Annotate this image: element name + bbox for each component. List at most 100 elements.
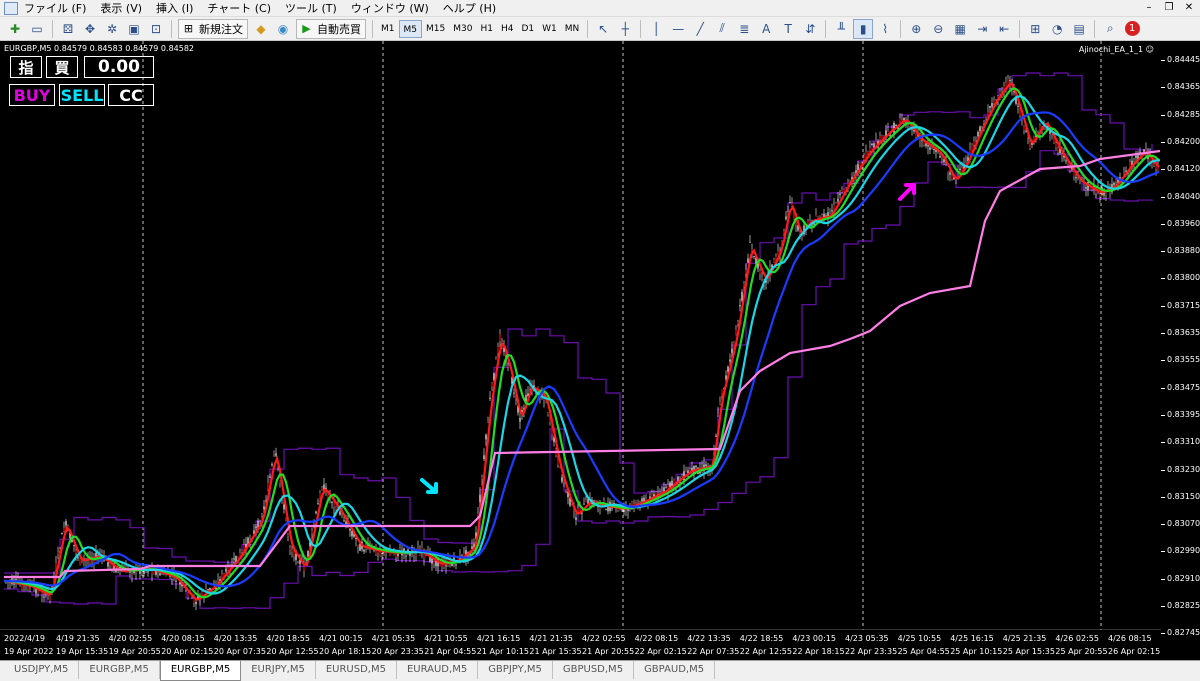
timeframe-w1[interactable]: W1 [538,20,561,38]
candle-body [57,552,59,554]
tab-euraud-m5[interactable]: EURAUD,M5 [397,661,479,679]
timeframe-mn[interactable]: MN [561,20,584,38]
buy-mode-button[interactable]: 買 [46,56,78,78]
candle-body [1105,193,1107,195]
indicators-icon[interactable]: ⊞ [1025,19,1045,39]
candle-body [495,358,497,360]
tab-eurgbp-m5-active[interactable]: EURGBP,M5 [159,661,242,681]
limit-order-button[interactable]: 指 [10,56,42,78]
chart-window[interactable]: EURGBP,M5 0.84579 0.84583 0.84579 0.8458… [0,41,1200,660]
price-tick [1161,169,1165,171]
candle-body [831,210,833,212]
candle-body [669,482,671,488]
time-label-bottom: 22 Apr 12:55 [739,647,792,656]
menu-window[interactable]: ウィンドウ (W) [351,0,429,16]
candle-body [519,417,521,422]
close-all-button[interactable]: CC [108,84,154,106]
menu-chart[interactable]: チャート (C) [207,0,271,16]
close-button[interactable]: ✕ [1182,1,1196,15]
lot-size-display[interactable]: 0.00 [84,56,154,78]
community-icon[interactable]: ◉ [273,19,293,39]
arrows-icon[interactable]: ⇵ [800,19,820,39]
new-order-button[interactable]: ⊞ 新規注文 [178,18,248,39]
cursor-icon[interactable]: ↖ [593,19,613,39]
menu-file[interactable]: ファイル (F) [24,0,86,16]
market-watch-icon[interactable]: ⚄ [58,19,78,39]
timeframe-d1[interactable]: D1 [517,20,538,38]
candle-body [1029,141,1031,149]
time-label-top: 4/23 05:35 [845,634,889,643]
menu-insert[interactable]: 挿入 (I) [156,0,193,16]
time-label-top: 4/20 13:35 [213,634,258,643]
metaeditor-icon[interactable]: ◆ [251,19,271,39]
line-chart-icon[interactable]: ⌇ [875,19,895,39]
bar-chart-icon[interactable]: ╨ [831,19,851,39]
candle-body [233,558,235,560]
candle-body [947,171,949,173]
candle-body [1153,164,1155,166]
tab-eurgbp-m5[interactable]: EURGBP,M5 [79,661,160,679]
tab-eurjpy-m5[interactable]: EURJPY,M5 [241,661,316,679]
restore-button[interactable]: ❐ [1162,1,1176,15]
time-label-top: 4/26 02:55 [1055,634,1099,643]
timeframe-m5[interactable]: M5 [398,19,422,38]
timeframe-h1[interactable]: H1 [476,20,497,38]
fibonacci-icon[interactable]: ≣ [734,19,754,39]
tab-gbpaud-m5[interactable]: GBPAUD,M5 [634,661,716,679]
data-window-icon[interactable]: ✥ [80,19,100,39]
tab-gbpusd-m5[interactable]: GBPUSD,M5 [553,661,635,679]
profiles-icon[interactable]: ▭ [27,19,47,39]
candle-body [273,452,275,454]
price-tick [1161,87,1165,89]
time-label-top: 4/20 02:55 [108,634,153,643]
candle-body [977,131,979,137]
zoom-out-icon[interactable]: ⊖ [928,19,948,39]
timeframe-m1[interactable]: M1 [377,20,399,38]
timeframe-m15[interactable]: M15 [422,20,449,38]
price-label: 0.83150 [1167,491,1200,501]
candle-body [297,563,299,565]
terminal-icon[interactable]: ▣ [124,19,144,39]
tab-usdjpy-m5[interactable]: USDJPY,M5 [4,661,80,679]
chart-shift-icon[interactable]: ⇤ [994,19,1014,39]
text-label-icon[interactable]: T [778,19,798,39]
candle-body [561,477,563,482]
menu-help[interactable]: ヘルプ (H) [443,0,496,16]
candle-body [289,548,291,550]
trendline-icon[interactable]: ╱ [690,19,710,39]
time-label-bottom: 22 Apr 18:15 [792,647,845,656]
crosshair-icon[interactable]: ┼ [615,19,635,39]
buy-button[interactable]: BUY [9,84,55,106]
periods-icon[interactable]: ◔ [1047,19,1067,39]
zoom-in-icon[interactable]: ⊕ [906,19,926,39]
menu-tools[interactable]: ツール (T) [285,0,337,16]
minimize-button[interactable]: – [1142,1,1156,15]
new-chart-icon[interactable]: ✚ [5,19,25,39]
time-label-bottom: 26 Apr 02:15 [1108,647,1161,656]
sell-button[interactable]: SELL [59,84,105,106]
horizontal-line-icon[interactable]: — [668,19,688,39]
candle-body [537,387,539,389]
notification-icon[interactable]: 1 [1122,19,1142,39]
candlestick-icon[interactable]: ▮ [853,18,874,39]
tab-eurusd-m5[interactable]: EURUSD,M5 [316,661,397,679]
channel-icon[interactable]: ⫽ [712,19,732,39]
templates-icon[interactable]: ▤ [1069,19,1089,39]
tab-gbpjpy-m5[interactable]: GBPJPY,M5 [478,661,553,679]
timeframe-m30[interactable]: M30 [449,20,476,38]
timeframe-h4[interactable]: H4 [497,20,518,38]
text-icon[interactable]: A [756,19,776,39]
candle-body [479,494,481,502]
price-chart[interactable] [0,41,1200,660]
search-icon[interactable]: ⌕ [1100,19,1120,39]
price-tick [1161,496,1165,498]
tile-windows-icon[interactable]: ▦ [950,19,970,39]
auto-scroll-icon[interactable]: ⇥ [972,19,992,39]
navigator-icon[interactable]: ✲ [102,19,122,39]
strategy-tester-icon[interactable]: ⊡ [146,19,166,39]
candle-body [863,155,865,161]
menu-view[interactable]: 表示 (V) [100,0,142,16]
auto-trade-button[interactable]: ▶ 自動売買 [296,18,366,39]
vertical-line-icon[interactable]: │ [646,19,666,39]
candle-body [285,518,287,521]
